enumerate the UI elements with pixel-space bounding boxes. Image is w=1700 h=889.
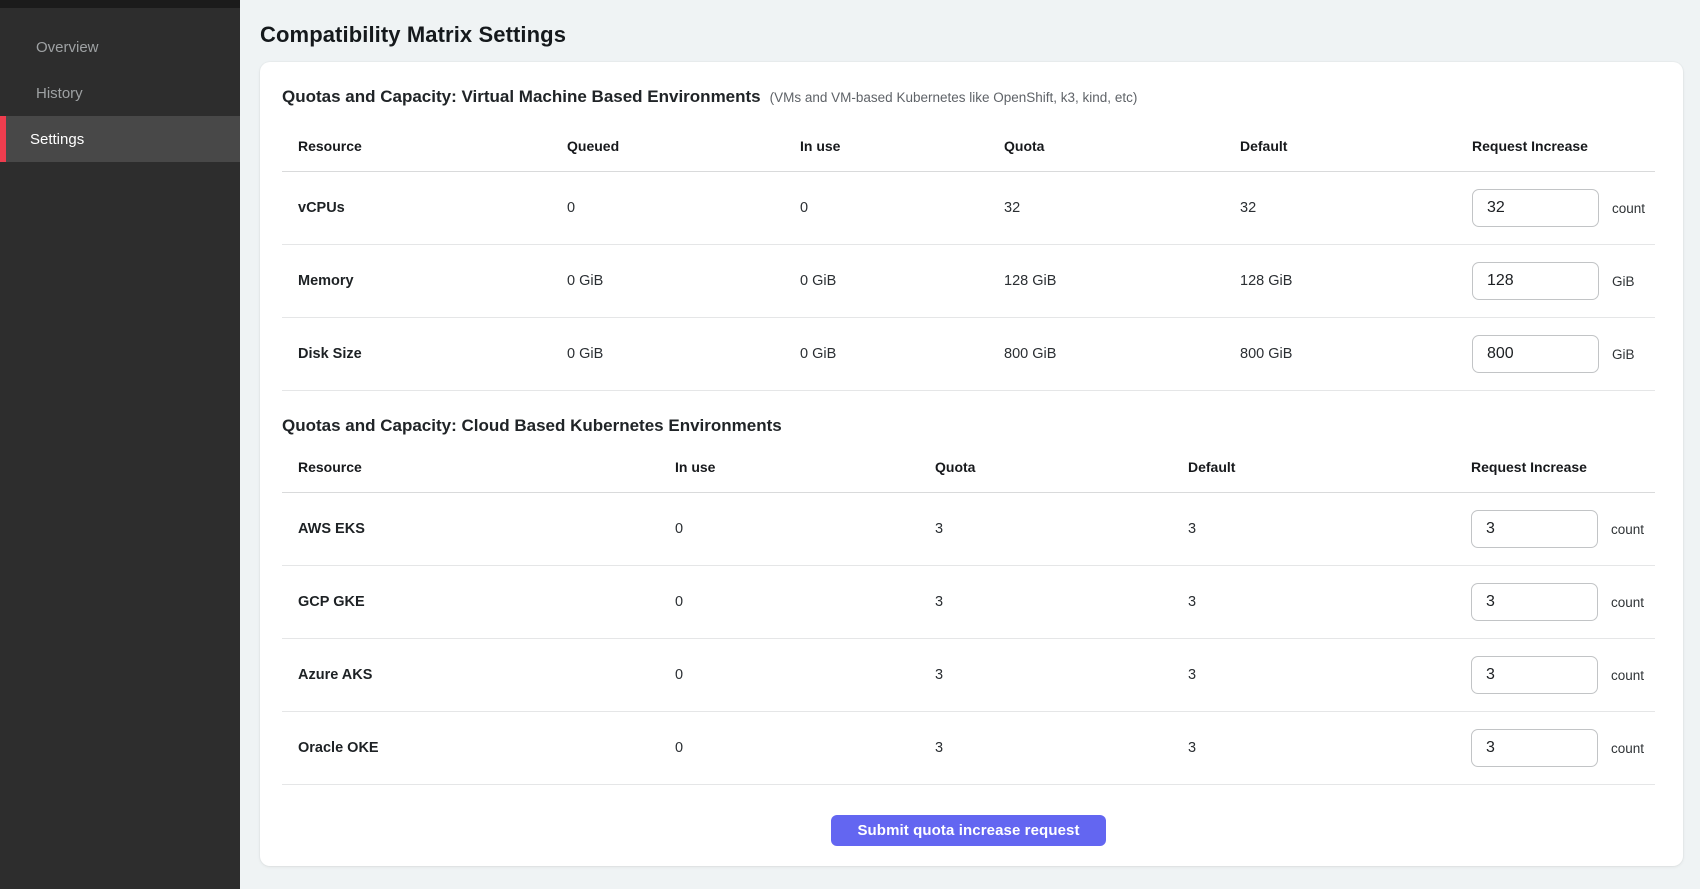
cell-in-use: 0 GiB: [784, 245, 988, 318]
column-header-default: Default: [1172, 439, 1455, 493]
cell-quota: 3: [919, 712, 1172, 785]
sidebar-top-strip: [0, 0, 240, 8]
request-increase-input[interactable]: [1472, 262, 1599, 300]
unit-label: count: [1611, 741, 1644, 756]
cell-in-use: 0 GiB: [784, 318, 988, 391]
column-header-resource: Resource: [282, 439, 659, 493]
unit-label: GiB: [1612, 347, 1635, 362]
table-row-azure-aks: Azure AKS 0 3 3 count: [282, 639, 1655, 712]
table-row-aws-eks: AWS EKS 0 3 3 count: [282, 493, 1655, 566]
column-header-default: Default: [1224, 110, 1456, 172]
request-increase-cell: count: [1472, 189, 1655, 227]
sidebar-item-label: Settings: [30, 131, 84, 148]
cell-default: 3: [1172, 639, 1455, 712]
sidebar-item-settings[interactable]: Settings: [0, 116, 240, 162]
settings-card: Quotas and Capacity: Virtual Machine Bas…: [260, 62, 1683, 866]
section-vm-environments: Quotas and Capacity: Virtual Machine Bas…: [282, 84, 1655, 391]
table-header-row: Resource In use Quota Default Request In…: [282, 439, 1655, 493]
cell-quota: 128 GiB: [988, 245, 1224, 318]
cell-in-use: 0: [659, 712, 919, 785]
cell-default: 3: [1172, 493, 1455, 566]
cell-queued: 0 GiB: [551, 245, 784, 318]
sidebar-item-history[interactable]: History: [0, 70, 240, 116]
section-title: Quotas and Capacity: Cloud Based Kuberne…: [282, 413, 782, 439]
cell-default: 3: [1172, 566, 1455, 639]
request-increase-input[interactable]: [1471, 656, 1598, 694]
cell-default: 800 GiB: [1224, 318, 1456, 391]
cell-quota: 3: [919, 639, 1172, 712]
request-increase-input[interactable]: [1471, 583, 1598, 621]
request-increase-input[interactable]: [1472, 189, 1599, 227]
cloud-quota-table: Resource In use Quota Default Request In…: [282, 439, 1655, 785]
table-row-disk-size: Disk Size 0 GiB 0 GiB 800 GiB 800 GiB Gi…: [282, 318, 1655, 391]
cell-resource: Oracle OKE: [282, 712, 659, 785]
request-increase-cell: count: [1471, 656, 1655, 694]
sidebar-item-label: Overview: [36, 39, 99, 56]
cell-in-use: 0: [659, 493, 919, 566]
cell-queued: 0: [551, 172, 784, 245]
column-header-queued: Queued: [551, 110, 784, 172]
cell-quota: 800 GiB: [988, 318, 1224, 391]
request-increase-input[interactable]: [1472, 335, 1599, 373]
cell-resource: Disk Size: [282, 318, 551, 391]
request-increase-cell: GiB: [1472, 262, 1655, 300]
column-header-request-increase: Request Increase: [1456, 110, 1655, 172]
sidebar: Overview History Settings: [0, 0, 240, 889]
request-increase-input[interactable]: [1471, 729, 1598, 767]
sidebar-item-overview[interactable]: Overview: [0, 24, 240, 70]
request-increase-cell: count: [1471, 510, 1655, 548]
cell-quota: 3: [919, 566, 1172, 639]
column-header-in-use: In use: [659, 439, 919, 493]
table-row-vcpus: vCPUs 0 0 32 32 count: [282, 172, 1655, 245]
sidebar-nav: Overview History Settings: [0, 24, 240, 162]
column-header-resource: Resource: [282, 110, 551, 172]
table-row-gcp-gke: GCP GKE 0 3 3 count: [282, 566, 1655, 639]
request-increase-input[interactable]: [1471, 510, 1598, 548]
cell-resource: vCPUs: [282, 172, 551, 245]
request-increase-cell: count: [1471, 583, 1655, 621]
unit-label: count: [1612, 201, 1645, 216]
cell-resource: GCP GKE: [282, 566, 659, 639]
cell-default: 32: [1224, 172, 1456, 245]
cell-resource: Memory: [282, 245, 551, 318]
button-row: Submit quota increase request: [282, 815, 1655, 846]
cell-quota: 32: [988, 172, 1224, 245]
cell-in-use: 0: [784, 172, 988, 245]
request-increase-cell: GiB: [1472, 335, 1655, 373]
cell-resource: Azure AKS: [282, 639, 659, 712]
sidebar-item-label: History: [36, 85, 83, 102]
main-content: Compatibility Matrix Settings Quotas and…: [240, 0, 1700, 889]
submit-quota-increase-button[interactable]: Submit quota increase request: [831, 815, 1105, 846]
cell-default: 128 GiB: [1224, 245, 1456, 318]
cell-default: 3: [1172, 712, 1455, 785]
column-header-quota: Quota: [919, 439, 1172, 493]
table-row-oracle-oke: Oracle OKE 0 3 3 count: [282, 712, 1655, 785]
table-header-row: Resource Queued In use Quota Default Req…: [282, 110, 1655, 172]
request-increase-cell: count: [1471, 729, 1655, 767]
unit-label: count: [1611, 668, 1644, 683]
cell-resource: AWS EKS: [282, 493, 659, 566]
section-cloud-k8s-environments: Quotas and Capacity: Cloud Based Kuberne…: [282, 413, 1655, 785]
unit-label: count: [1611, 595, 1644, 610]
section-cloud-title-row: Quotas and Capacity: Cloud Based Kuberne…: [282, 413, 1655, 439]
section-vm-title-row: Quotas and Capacity: Virtual Machine Bas…: [282, 84, 1655, 110]
section-title: Quotas and Capacity: Virtual Machine Bas…: [282, 84, 761, 110]
cell-in-use: 0: [659, 639, 919, 712]
unit-label: count: [1611, 522, 1644, 537]
vm-quota-table: Resource Queued In use Quota Default Req…: [282, 110, 1655, 391]
column-header-quota: Quota: [988, 110, 1224, 172]
cell-in-use: 0: [659, 566, 919, 639]
column-header-request-increase: Request Increase: [1455, 439, 1655, 493]
page-title: Compatibility Matrix Settings: [260, 22, 1683, 48]
cell-quota: 3: [919, 493, 1172, 566]
column-header-in-use: In use: [784, 110, 988, 172]
cell-queued: 0 GiB: [551, 318, 784, 391]
unit-label: GiB: [1612, 274, 1635, 289]
section-subtitle: (VMs and VM-based Kubernetes like OpenSh…: [770, 90, 1138, 105]
table-row-memory: Memory 0 GiB 0 GiB 128 GiB 128 GiB GiB: [282, 245, 1655, 318]
